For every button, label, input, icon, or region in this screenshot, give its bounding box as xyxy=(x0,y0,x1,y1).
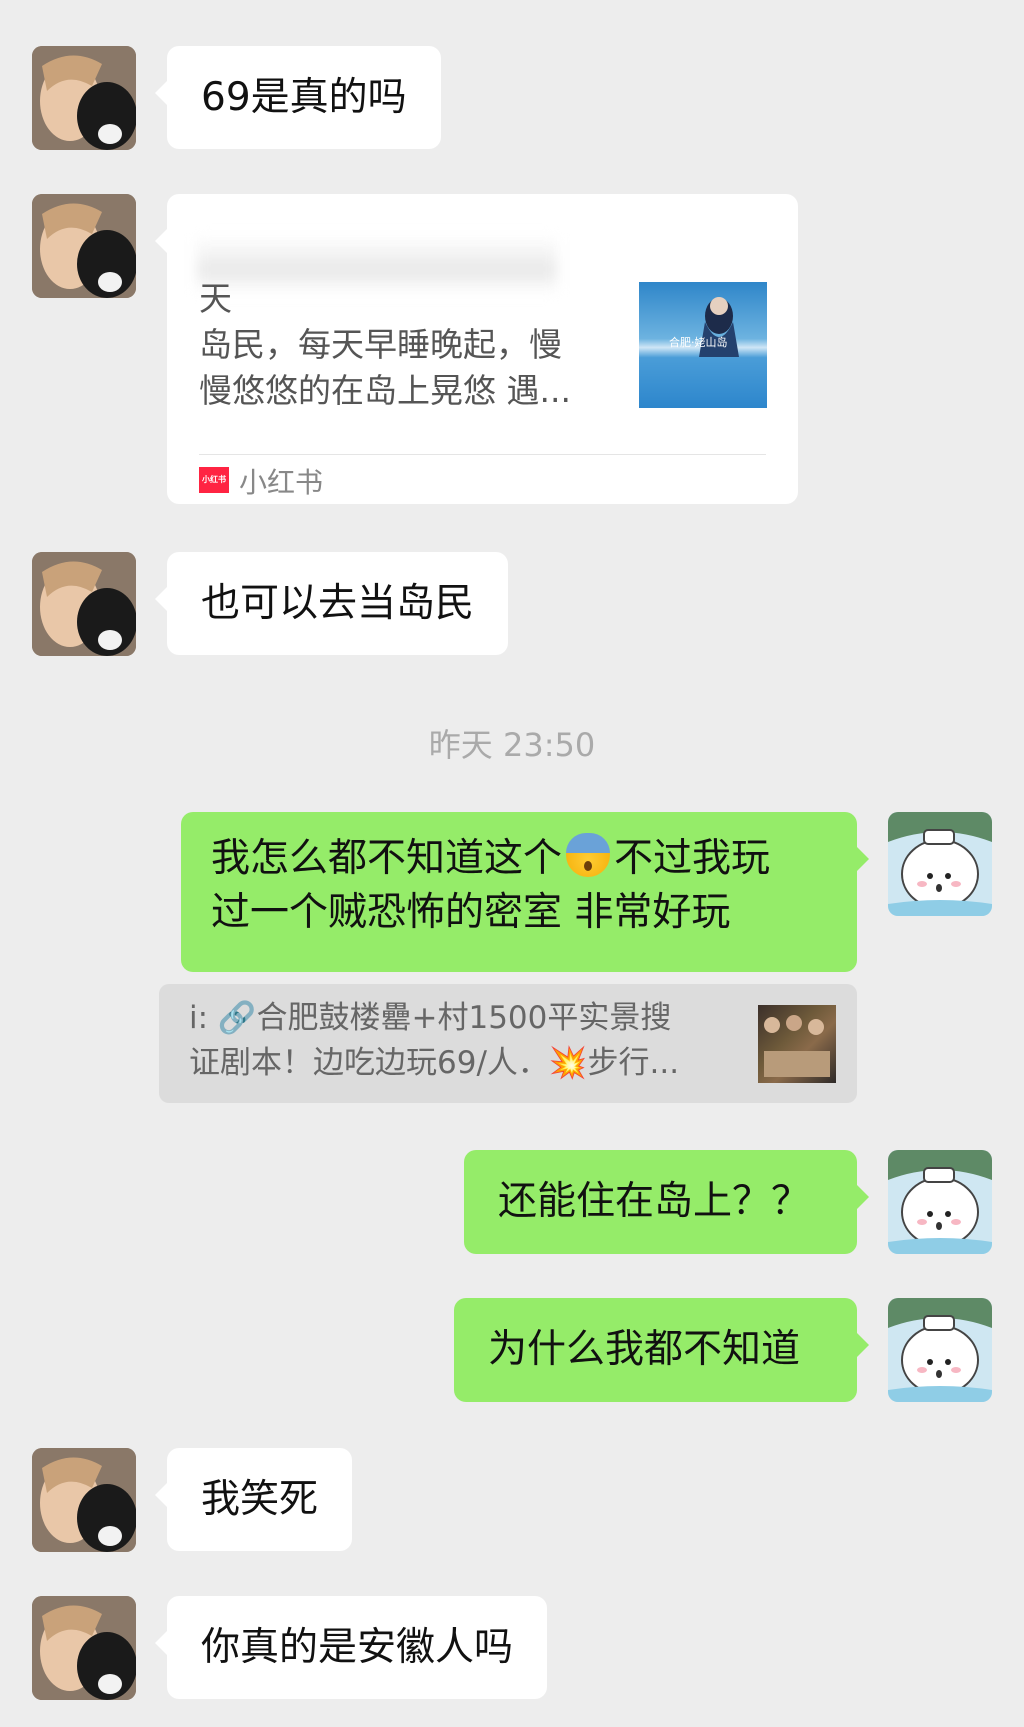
contact-avatar[interactable] xyxy=(32,552,136,656)
message-text: 不过我玩 xyxy=(614,836,771,881)
thumbnail-caption: 合肥·姥山岛 xyxy=(669,336,728,349)
my-message-bubble[interactable]: 还能住在岛上？？ xyxy=(464,1150,869,1254)
my-message-bubble[interactable]: 为什么我都不知道 xyxy=(454,1298,869,1402)
my-avatar[interactable] xyxy=(888,812,992,916)
timestamp: 昨天 23:50 xyxy=(428,726,596,764)
anxious-face-icon xyxy=(566,833,611,877)
contact-avatar[interactable] xyxy=(32,46,136,150)
message-bubble[interactable]: 也可以去当岛民 xyxy=(154,552,509,655)
card-description: 天 岛民，每天早睡晚起，慢 慢悠悠的在岛上晃悠 遇... xyxy=(199,279,571,410)
shared-link-card[interactable]: 天 岛民，每天早睡晚起，慢 慢悠悠的在岛上晃悠 遇... 合肥·姥山岛 小红书 … xyxy=(155,194,798,504)
xiaohongshu-icon: 小红书 xyxy=(199,467,229,493)
quoted-text: i: 🔗合肥鼓楼罍+村1500平实景搜 证剧本！边吃边玩69/人．💥步行... xyxy=(189,1000,680,1081)
message-line: 过一个贼恐怖的密室 非常好玩 xyxy=(211,890,731,935)
quoted-thumbnail xyxy=(758,1005,836,1083)
message-bubble[interactable]: 69是真的吗 xyxy=(155,46,441,149)
chat-window: 69是真的吗 天 岛民，每天早睡晚起，慢 慢悠悠的在岛上晃悠 遇... 合肥·姥… xyxy=(0,0,1024,1727)
contact-avatar[interactable] xyxy=(32,194,136,298)
message-bubble[interactable]: 你真的是安徽人吗 xyxy=(154,1596,548,1699)
message-text: 还能住在岛上？？ xyxy=(498,1179,811,1224)
message-bubble[interactable]: 我笑死 xyxy=(154,1448,353,1551)
message-line: 我怎么都不知道这个 不过我玩 xyxy=(211,832,827,886)
message-text: 为什么我都不知道 xyxy=(488,1327,801,1372)
my-message-bubble[interactable]: 我怎么都不知道这个 不过我玩 过一个贼恐怖的密室 非常好玩 xyxy=(181,812,869,972)
my-avatar[interactable] xyxy=(888,1298,992,1402)
message-text: 我怎么都不知道这个 xyxy=(211,836,563,881)
message-text: 69是真的吗 xyxy=(201,75,407,120)
card-divider xyxy=(199,454,766,455)
message-text: 我笑死 xyxy=(201,1477,319,1522)
contact-avatar[interactable] xyxy=(32,1596,136,1700)
card-source: 小红书 xyxy=(239,466,324,499)
card-thumbnail: 合肥·姥山岛 xyxy=(639,282,767,408)
message-text: 也可以去当岛民 xyxy=(201,581,475,626)
contact-avatar[interactable] xyxy=(32,1448,136,1552)
my-avatar[interactable] xyxy=(888,1150,992,1254)
message-text: 你真的是安徽人吗 xyxy=(201,1625,514,1670)
quoted-message[interactable]: i: 🔗合肥鼓楼罍+村1500平实景搜 证剧本！边吃边玩69/人．💥步行... xyxy=(159,984,857,1103)
